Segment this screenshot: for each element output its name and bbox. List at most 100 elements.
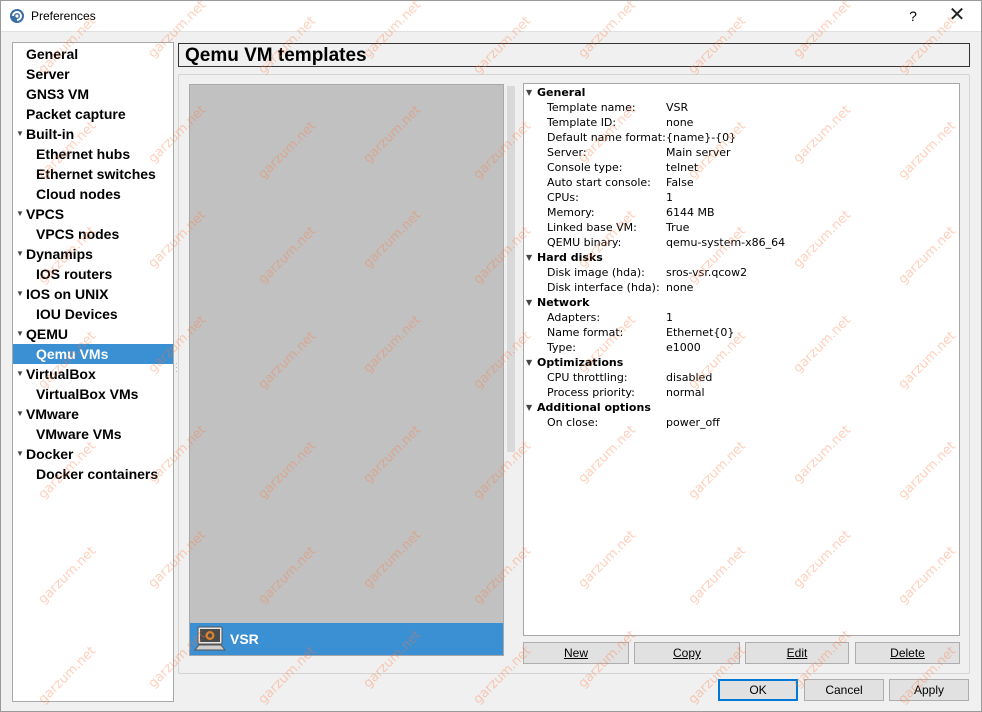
property-row: CPU throttling: disabled	[524, 370, 959, 385]
sidebar-item[interactable]: General	[13, 44, 173, 64]
property-row: Template name: VSR	[524, 100, 959, 115]
property-key: Template name:	[547, 101, 636, 114]
property-value: none	[666, 116, 694, 129]
property-row: CPUs: 1	[524, 190, 959, 205]
property-section[interactable]: ▼ Hard disks	[524, 250, 959, 265]
sidebar-item-label: Docker containers	[36, 466, 159, 482]
preferences-sidebar-tree[interactable]: General Server GNS3 VM Packet capture ▼ Built…	[12, 42, 174, 702]
sidebar-item-label: VMware VMs	[36, 426, 122, 442]
edit-button-label: Edit	[786, 646, 808, 660]
property-key: Name format:	[547, 326, 624, 339]
sidebar-item[interactable]: Packet capture	[13, 104, 173, 124]
property-row: Server: Main server	[524, 145, 959, 160]
property-key: CPUs:	[547, 191, 579, 204]
expand-arrow-icon[interactable]: ▼	[15, 244, 25, 264]
apply-button[interactable]: Apply	[889, 679, 969, 701]
delete-button[interactable]: Delete	[855, 642, 960, 664]
property-value: Main server	[666, 146, 731, 159]
expand-arrow-icon[interactable]: ▼	[15, 404, 25, 424]
sidebar-item-label: VPCS nodes	[36, 226, 120, 242]
sidebar-item-label: Docker	[26, 446, 74, 462]
property-section[interactable]: ▼ Network	[524, 295, 959, 310]
expand-arrow-icon[interactable]: ▼	[15, 204, 25, 224]
vm-list-item[interactable]: VSR	[190, 623, 503, 655]
property-key: Default name format:	[547, 131, 666, 144]
window-title: Preferences	[31, 9, 96, 23]
sidebar-item-label: Dynamips	[26, 246, 93, 262]
template-properties-tree[interactable]: ▼ General Template name: VSR Template ID: non…	[523, 83, 960, 636]
vm-template-list[interactable]: VSR	[189, 84, 504, 656]
sidebar-item[interactable]: ▼ Dynamips	[13, 244, 173, 264]
sidebar-item[interactable]: ▼ VMware	[13, 404, 173, 424]
sidebar-item[interactable]: VMware VMs	[13, 424, 173, 444]
expand-arrow-icon[interactable]: ▼	[526, 295, 532, 310]
help-button[interactable]: ?	[903, 4, 923, 28]
sidebar-item[interactable]: Docker containers	[13, 464, 173, 484]
close-button[interactable]: ✕	[945, 4, 969, 28]
property-key: Console type:	[547, 161, 623, 174]
property-row: Process priority: normal	[524, 385, 959, 400]
property-section-label: Additional options	[537, 401, 651, 414]
expand-arrow-icon[interactable]: ▼	[526, 400, 532, 415]
property-value: True	[666, 221, 690, 234]
cancel-button[interactable]: Cancel	[804, 679, 884, 701]
sidebar-item[interactable]: IOU Devices	[13, 304, 173, 324]
expand-arrow-icon[interactable]: ▼	[526, 85, 532, 100]
property-key: Memory:	[547, 206, 595, 219]
sidebar-item-label: IOS routers	[36, 266, 113, 282]
sidebar-item[interactable]: ▼ VPCS	[13, 204, 173, 224]
property-value: 6144 MB	[666, 206, 715, 219]
sidebar-item-label: Built-in	[26, 126, 75, 142]
sidebar-item[interactable]: GNS3 VM	[13, 84, 173, 104]
copy-button[interactable]: Copy	[634, 642, 740, 664]
property-value: telnet	[666, 161, 699, 174]
property-section-label: Network	[537, 296, 590, 309]
property-key: Disk interface (hda):	[547, 281, 660, 294]
expand-arrow-icon[interactable]: ▼	[15, 364, 25, 384]
property-section[interactable]: ▼ Additional options	[524, 400, 959, 415]
sidebar-item[interactable]: ▼ IOS on UNIX	[13, 284, 173, 304]
sidebar-item[interactable]: ▼ Built-in	[13, 124, 173, 144]
page-title: Qemu VM templates	[185, 45, 367, 66]
sidebar-item-label: General	[26, 46, 79, 62]
scrollbar-thumb[interactable]	[507, 86, 515, 452]
sidebar-item[interactable]: Ethernet hubs	[13, 144, 173, 164]
sidebar-item[interactable]: Ethernet switches	[13, 164, 173, 184]
property-value: qemu-system-x86_64	[666, 236, 786, 249]
property-row: Default name format: {name}-{0}	[524, 130, 959, 145]
sidebar-item-label: VMware	[26, 406, 79, 422]
sidebar-item[interactable]: ▼ Docker	[13, 444, 173, 464]
sidebar-item-label: IOU Devices	[36, 306, 118, 322]
sidebar-item[interactable]: Server	[13, 64, 173, 84]
sidebar-item-label: VirtualBox VMs	[36, 386, 139, 402]
sidebar-item-label: VPCS	[26, 206, 65, 222]
expand-arrow-icon[interactable]: ▼	[15, 444, 25, 464]
sidebar-item[interactable]: IOS routers	[13, 264, 173, 284]
sidebar-item-label: Server	[26, 66, 70, 82]
vm-list-scrollbar[interactable]	[505, 84, 517, 656]
sidebar-item[interactable]: VirtualBox VMs	[13, 384, 173, 404]
property-key: On close:	[547, 416, 599, 429]
expand-arrow-icon[interactable]: ▼	[15, 324, 25, 344]
sidebar-item[interactable]: ▼ VirtualBox	[13, 364, 173, 384]
property-value: disabled	[666, 371, 713, 384]
sidebar-item[interactable]: ▼ QEMU	[13, 324, 173, 344]
sidebar-item[interactable]: VPCS nodes	[13, 224, 173, 244]
expand-arrow-icon[interactable]: ▼	[15, 124, 25, 144]
new-button[interactable]: New	[523, 642, 629, 664]
expand-arrow-icon[interactable]: ▼	[15, 284, 25, 304]
title-bar: Preferences ? ✕	[0, 0, 982, 32]
expand-arrow-icon[interactable]: ▼	[526, 250, 532, 265]
property-section[interactable]: ▼ General	[524, 85, 959, 100]
ok-button[interactable]: OK	[718, 679, 798, 701]
property-row: Memory: 6144 MB	[524, 205, 959, 220]
sidebar-item[interactable]: Cloud nodes	[13, 184, 173, 204]
expand-arrow-icon[interactable]: ▼	[526, 355, 532, 370]
property-row: Name format: Ethernet{0}	[524, 325, 959, 340]
sidebar-item-label: VirtualBox	[26, 366, 96, 382]
property-key: Type:	[547, 341, 576, 354]
property-section[interactable]: ▼ Optimizations	[524, 355, 959, 370]
edit-button[interactable]: Edit	[745, 642, 849, 664]
sidebar-item[interactable]: Qemu VMs	[13, 344, 173, 364]
property-value: sros-vsr.qcow2	[666, 266, 748, 279]
